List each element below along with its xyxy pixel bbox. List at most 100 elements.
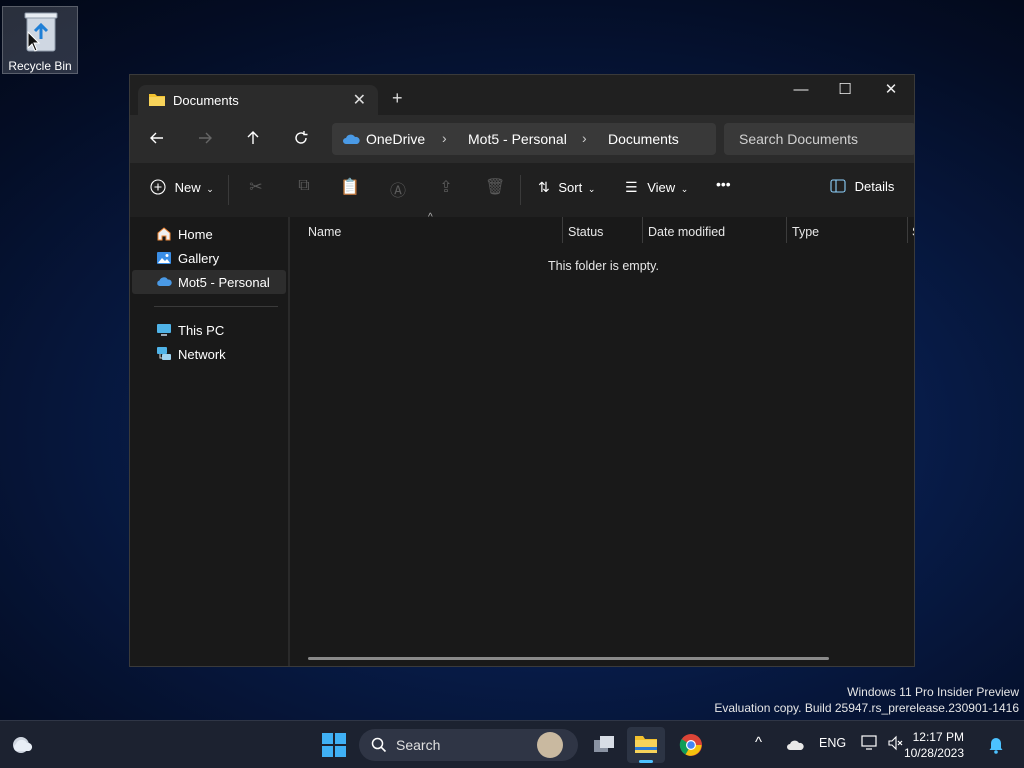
- new-label: New: [174, 180, 201, 195]
- address-bar[interactable]: OneDrive › Mot5 - Personal › Documents: [332, 123, 716, 155]
- onedrive-icon: [157, 277, 172, 286]
- taskbar-search[interactable]: Search: [359, 729, 578, 761]
- more-options-button[interactable]: •••: [716, 176, 731, 192]
- home-icon: [157, 227, 171, 241]
- column-header-size[interactable]: S: [912, 225, 914, 239]
- paste-icon[interactable]: 📋: [340, 177, 360, 197]
- list-view-icon: ☰: [625, 179, 638, 195]
- sort-button[interactable]: ⇅ Sort ⌄: [538, 179, 595, 196]
- sort-icon: ⇅: [538, 179, 550, 195]
- breadcrumb-onedrive[interactable]: OneDrive: [366, 131, 425, 147]
- arrow-up-icon: [247, 131, 259, 144]
- forward-button[interactable]: [191, 127, 219, 151]
- new-tab-button[interactable]: +: [392, 88, 403, 109]
- navigation-pane: Home Gallery Mot5 - Personal This PC Net…: [130, 217, 288, 666]
- rename-icon[interactable]: Ⓐ: [388, 177, 408, 200]
- chevron-right-icon[interactable]: ›: [582, 130, 587, 146]
- recycle-bin-label: Recycle Bin: [8, 59, 72, 73]
- chrome-icon: [679, 734, 702, 756]
- refresh-icon: [295, 131, 308, 144]
- mouse-cursor-icon: [27, 31, 41, 52]
- watermark-line2: Evaluation copy. Build 25947.rs_prerelea…: [714, 701, 1019, 715]
- watermark-line1: Windows 11 Pro Insider Preview: [847, 685, 1019, 699]
- nav-item-this-pc[interactable]: This PC: [132, 318, 286, 342]
- column-separator[interactable]: [562, 217, 563, 243]
- onedrive-tray-icon[interactable]: [786, 738, 804, 756]
- file-explorer-window: Documents ✕ + — ☐ ✕ OneDrive › Mot5 - Pe…: [129, 74, 915, 667]
- clock-date: 10/28/2023: [903, 746, 964, 760]
- taskbar-chrome[interactable]: [679, 733, 703, 757]
- maximize-button[interactable]: ☐: [822, 75, 868, 105]
- file-list: ^ Name Status Date modified Type S This …: [290, 212, 914, 666]
- arrow-right-icon: [199, 132, 212, 144]
- gallery-icon: [157, 252, 171, 264]
- horizontal-scrollbar[interactable]: [308, 657, 829, 660]
- delete-icon[interactable]: 🗑: [485, 177, 505, 197]
- show-hidden-icons-button[interactable]: ^: [755, 734, 762, 751]
- chevron-right-icon[interactable]: ›: [442, 130, 447, 146]
- bell-icon: [989, 738, 1003, 754]
- onedrive-icon: [343, 134, 360, 144]
- taskbar-search-label: Search: [396, 737, 441, 753]
- navigation-bar: OneDrive › Mot5 - Personal › Documents S…: [130, 115, 914, 163]
- minimize-button[interactable]: —: [778, 75, 824, 105]
- active-app-indicator: [639, 760, 653, 763]
- cloud-icon: [787, 740, 804, 750]
- command-bar: New ⌄ ✂ ⧉ 📋 Ⓐ ⇪ 🗑 ⇅ Sort ⌄ ☰ View ⌄ ••• …: [130, 163, 914, 218]
- tab-documents[interactable]: Documents ✕: [138, 85, 378, 115]
- close-tab-button[interactable]: ✕: [353, 90, 366, 110]
- view-button[interactable]: ☰ View ⌄: [625, 179, 688, 196]
- up-button[interactable]: [239, 127, 267, 151]
- copy-icon[interactable]: ⧉: [294, 177, 314, 197]
- breadcrumb-mot5-personal[interactable]: Mot5 - Personal: [468, 131, 567, 147]
- share-icon[interactable]: ⇪: [436, 177, 456, 197]
- column-separator[interactable]: [642, 217, 643, 243]
- empty-folder-message: This folder is empty.: [548, 259, 659, 273]
- details-pane-icon: [830, 179, 846, 193]
- cloud-icon: [13, 737, 33, 753]
- back-button[interactable]: [143, 127, 171, 151]
- sort-ascending-icon: ^: [428, 212, 433, 223]
- column-header-name[interactable]: Name: [308, 225, 341, 239]
- weather-widget-icon[interactable]: [11, 734, 35, 756]
- speaker-muted-icon: [888, 735, 903, 751]
- column-header-date-modified[interactable]: Date modified: [648, 225, 725, 239]
- start-button[interactable]: [322, 733, 346, 757]
- nav-divider: [154, 306, 278, 307]
- close-window-button[interactable]: ✕: [868, 75, 914, 105]
- search-icon: [371, 737, 387, 753]
- details-button[interactable]: Details: [830, 179, 894, 194]
- nav-item-mot5-personal[interactable]: Mot5 - Personal: [132, 270, 286, 294]
- column-separator[interactable]: [907, 217, 908, 243]
- nav-item-network[interactable]: Network: [132, 342, 286, 366]
- column-header-type[interactable]: Type: [792, 225, 819, 239]
- arrow-left-icon: [150, 132, 163, 144]
- search-placeholder: Search Documents: [739, 131, 859, 147]
- search-highlight-icon: [537, 732, 563, 758]
- new-button[interactable]: New ⌄: [150, 179, 214, 195]
- cut-icon[interactable]: ✂: [246, 177, 266, 197]
- view-label: View: [647, 180, 676, 195]
- breadcrumb-documents[interactable]: Documents: [608, 131, 679, 147]
- network-status-icon[interactable]: [861, 735, 879, 756]
- nav-item-label: Gallery: [178, 251, 220, 266]
- toolbar-separator: [228, 175, 229, 205]
- windows-logo-icon: [322, 733, 346, 757]
- nav-item-label: Mot5 - Personal: [178, 275, 270, 290]
- language-indicator[interactable]: ENG: [819, 736, 846, 750]
- nav-item-gallery[interactable]: Gallery: [132, 246, 286, 270]
- search-box[interactable]: Search Documents: [724, 123, 914, 155]
- nav-item-home[interactable]: Home: [132, 222, 286, 246]
- taskbar: Search ^ ENG 12:17 PM 10/28/2023: [0, 720, 1024, 768]
- chevron-down-icon: ⌄: [587, 184, 596, 194]
- taskbar-file-explorer[interactable]: [627, 727, 665, 763]
- recycle-bin-desktop-icon[interactable]: Recycle Bin: [2, 6, 78, 74]
- sort-label: Sort: [558, 180, 583, 195]
- task-view-button[interactable]: [592, 733, 616, 757]
- system-clock[interactable]: 12:17 PM 10/28/2023: [904, 729, 964, 761]
- refresh-button[interactable]: [287, 127, 315, 151]
- column-separator[interactable]: [786, 217, 787, 243]
- column-header-status[interactable]: Status: [568, 225, 603, 239]
- notifications-button[interactable]: [988, 736, 1004, 759]
- volume-muted-icon[interactable]: [887, 735, 905, 756]
